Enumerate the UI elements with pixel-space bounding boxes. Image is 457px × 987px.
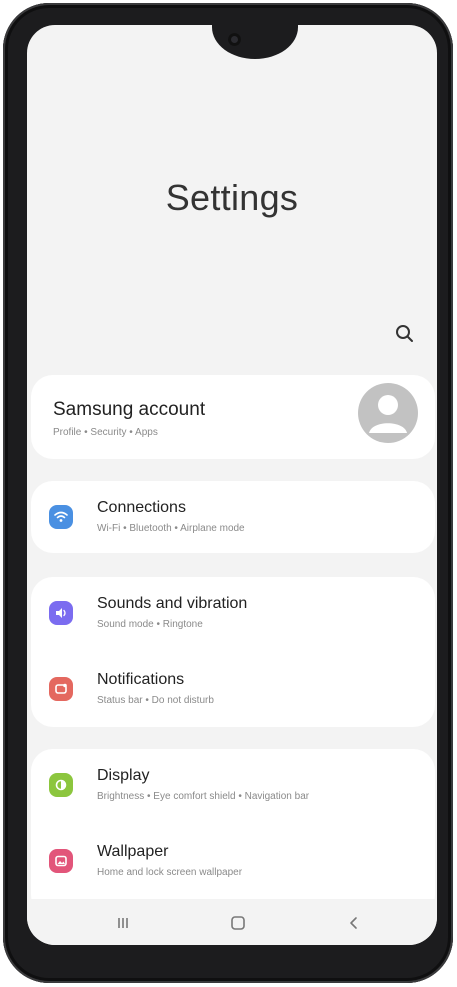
- display-notch: [212, 25, 298, 59]
- home-icon: [231, 916, 245, 930]
- account-title: Samsung account: [53, 399, 206, 420]
- speaker-icon: [49, 601, 73, 625]
- settings-item-title: Wallpaper: [97, 843, 169, 860]
- settings-item-subtitle: Sound mode • Ringtone: [97, 619, 203, 630]
- settings-item-subtitle: Brightness • Eye comfort shield • Naviga…: [97, 791, 310, 802]
- person-icon: [369, 395, 407, 433]
- avatar[interactable]: [358, 383, 418, 443]
- samsung-account-card[interactable]: Samsung account Profile • Security • App…: [31, 375, 435, 459]
- settings-group-display: Display Brightness • Eye comfort shield …: [31, 749, 435, 917]
- settings-item-sounds-and-vibration[interactable]: Sounds and vibration Sound mode • Ringto…: [31, 577, 435, 647]
- settings-item-title: Notifications: [97, 671, 185, 688]
- wifi-icon: [49, 505, 73, 529]
- account-subtitle: Profile • Security • Apps: [53, 427, 158, 438]
- navigation-bar: [27, 899, 437, 945]
- settings-item-title: Sounds and vibration: [97, 595, 248, 612]
- notification-icon: [49, 677, 73, 701]
- back-icon: [350, 917, 357, 929]
- settings-group-connectivity: Connections Wi-Fi • Bluetooth • Airplane…: [31, 481, 435, 553]
- settings-item-subtitle: Home and lock screen wallpaper: [97, 867, 243, 878]
- phone-frame: Settings Samsung account Profile • Secur…: [3, 3, 453, 983]
- settings-item-connections[interactable]: Connections Wi-Fi • Bluetooth • Airplane…: [31, 481, 435, 551]
- settings-item-subtitle: Status bar • Do not disturb: [97, 695, 214, 706]
- settings-item-display[interactable]: Display Brightness • Eye comfort shield …: [31, 749, 435, 819]
- image-icon: [49, 849, 73, 873]
- front-camera-icon: [228, 33, 241, 46]
- settings-item-title: Connections: [97, 499, 186, 516]
- settings-item-notifications[interactable]: Notifications Status bar • Do not distur…: [31, 653, 435, 723]
- settings-item-wallpaper[interactable]: Wallpaper Home and lock screen wallpaper: [31, 825, 435, 895]
- recent-apps-icon: [118, 918, 128, 928]
- back-button[interactable]: [342, 911, 366, 935]
- brightness-icon: [49, 773, 73, 797]
- search-icon: [396, 325, 413, 342]
- screen: Settings Samsung account Profile • Secur…: [27, 25, 437, 945]
- settings-group-sound: Sounds and vibration Sound mode • Ringto…: [31, 577, 435, 727]
- recent-apps-button[interactable]: [111, 911, 135, 935]
- home-button[interactable]: [226, 911, 250, 935]
- search-button[interactable]: [392, 321, 418, 347]
- settings-item-subtitle: Wi-Fi • Bluetooth • Airplane mode: [97, 523, 245, 534]
- settings-item-title: Display: [97, 767, 150, 784]
- page-title: Settings: [165, 177, 299, 218]
